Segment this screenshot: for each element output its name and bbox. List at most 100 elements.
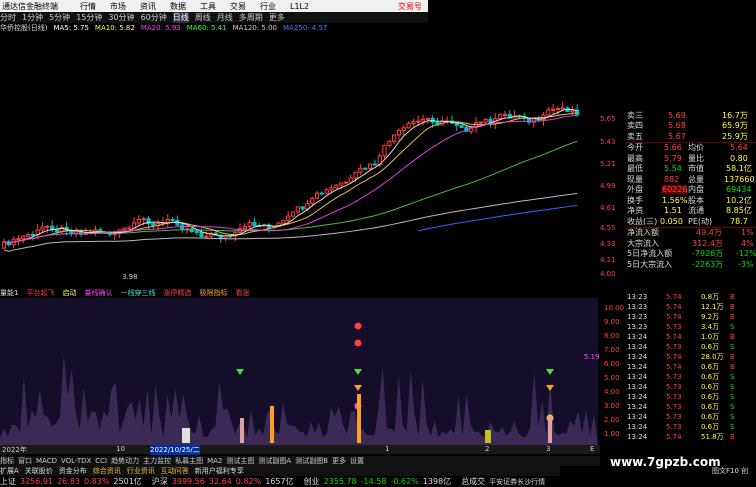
- tick-cell: 0.6万: [701, 423, 720, 431]
- indicator-chart[interactable]: [0, 298, 598, 445]
- tick-row: 13:23 5.73 3.4万 S: [626, 322, 756, 332]
- candle-body: [69, 230, 74, 234]
- tick-cell: 13:24: [627, 393, 648, 401]
- tab-test-main[interactable]: 测试主图: [226, 456, 254, 466]
- signal-bar: [357, 394, 361, 443]
- candle-body: [502, 113, 508, 116]
- candle-body: [281, 219, 286, 224]
- period-daily[interactable]: 日线: [172, 12, 189, 23]
- tick-cell: 13:23: [627, 313, 648, 321]
- tick-cell: 5.73: [666, 383, 682, 391]
- tick-cell: 5.74: [666, 303, 682, 311]
- tab-ma2[interactable]: MA2: [207, 457, 222, 465]
- trade-account-link[interactable]: 交易号: [398, 1, 422, 12]
- candle-body: [194, 230, 199, 233]
- indicator-item: 看涨: [235, 289, 250, 297]
- tab-test-a[interactable]: 测试副图A: [258, 456, 291, 466]
- tab-main-monitor[interactable]: 主力监控: [143, 456, 171, 466]
- tab-test-b[interactable]: 测试副图B: [295, 456, 328, 466]
- tick-cell: B: [730, 303, 735, 311]
- index-name[interactable]: 创业: [304, 476, 320, 487]
- menu-item-data[interactable]: 数据: [170, 1, 186, 12]
- tick-row: 13:24 5.73 0.6万 S: [626, 382, 756, 392]
- period-1min[interactable]: 1分钟: [22, 12, 43, 23]
- ask-row: 卖五 5.67 25.9万: [626, 131, 756, 143]
- tab-more[interactable]: 更多: [332, 456, 346, 466]
- stat-row: 收益(三) 0.050 PE(动) 78.7: [626, 216, 756, 228]
- candle-body: [319, 192, 324, 195]
- candle-body: [459, 124, 464, 128]
- tab-industry-news[interactable]: 行业资讯: [127, 466, 155, 476]
- period-intraday[interactable]: 分时: [0, 12, 16, 23]
- candle-body: [406, 122, 411, 129]
- index-change: -14.58: [360, 477, 387, 486]
- tick-cell: 5.73: [666, 423, 682, 431]
- tick-cell: 9.2万: [701, 313, 720, 321]
- flow-row: 5日净流入额 -7926万 -12%: [627, 249, 756, 259]
- period-30min[interactable]: 30分钟: [108, 12, 134, 23]
- tab-related[interactable]: 关联股价: [25, 466, 53, 476]
- price-tick: 5.65: [600, 115, 616, 123]
- tab-indicator[interactable]: 指标: [0, 456, 14, 466]
- indicator-legend: 量能1 平台起飞 启动 量线确认 一线穿三线 涨停精选 极限指标 看涨: [0, 288, 600, 298]
- tick-cell: 5.74: [666, 363, 682, 371]
- index-pct: 0.82%: [235, 477, 262, 486]
- candle-body: [339, 182, 344, 186]
- tick-cell: S: [730, 323, 735, 331]
- tick-cell: 13:24: [627, 353, 648, 361]
- candle-body: [290, 211, 296, 217]
- period-60min[interactable]: 60分钟: [141, 12, 167, 23]
- tab-private[interactable]: 私募主图: [175, 456, 203, 466]
- menu-item-market[interactable]: 市场: [110, 1, 126, 12]
- period-5min[interactable]: 5分钟: [49, 12, 70, 23]
- candle-body: [199, 231, 204, 238]
- tab-news[interactable]: 综合资讯: [93, 466, 121, 476]
- tick-cell: B: [730, 363, 735, 371]
- tab-trend[interactable]: 趋势动力: [111, 456, 139, 466]
- candle-body: [295, 206, 300, 213]
- date-axis: 2022年 10 2022/10/25/二 1 2 3 E: [0, 445, 600, 455]
- tab-vol[interactable]: VOL-TDX: [61, 457, 91, 465]
- tick-cell: 0.6万: [701, 393, 720, 401]
- price-tick: 4.55: [600, 224, 616, 232]
- candle-body: [30, 233, 35, 236]
- menu-item-news[interactable]: 资讯: [140, 1, 156, 12]
- tab-window[interactable]: 窗口: [18, 456, 32, 466]
- index-pct: 0.83%: [84, 477, 110, 486]
- tick-cell: 13:24: [627, 433, 648, 441]
- menu-item-quote[interactable]: 行情: [80, 1, 96, 12]
- flow-row: 5日大宗流入 -2263万 -3%: [627, 259, 754, 269]
- candle-body: [367, 163, 373, 169]
- tab-fund-dist[interactable]: 资金分布: [59, 466, 87, 476]
- index-pct: -0.62%: [390, 477, 419, 486]
- candlestick-chart[interactable]: 3.98: [0, 33, 598, 285]
- indicator-marker-value: 5.19: [584, 353, 600, 361]
- index-name[interactable]: 沪深: [152, 476, 168, 487]
- menu-item-tools[interactable]: 工具: [200, 1, 216, 12]
- tab-macd[interactable]: MACD: [36, 457, 57, 465]
- tab-settings[interactable]: 设置: [350, 456, 364, 466]
- period-more[interactable]: 更多: [269, 12, 285, 23]
- tab-promo[interactable]: 新用户福利专享: [195, 466, 244, 476]
- candle-body: [560, 107, 565, 110]
- signal-marker: [354, 322, 362, 330]
- tick-cell: 5.73: [666, 403, 682, 411]
- tick-list[interactable]: 13:23 5.74 0.8万 B 13:23 5.74 12.1万 B 13:23 5.74 9.…: [626, 292, 756, 441]
- menu-item-l1l2[interactable]: L1L2: [290, 2, 309, 11]
- quote-panel: 卖三 5.69 16.7万 卖四 5.68 65.9万 卖五 5.67 25.9万 今开 5.…: [626, 110, 756, 290]
- period-multi[interactable]: 多周期: [239, 12, 263, 23]
- tick-cell: 0.6万: [701, 403, 720, 411]
- period-15min[interactable]: 15分钟: [76, 12, 102, 23]
- index-name[interactable]: 上证: [0, 476, 16, 487]
- candle-body: [416, 120, 421, 123]
- period-weekly[interactable]: 周线: [195, 12, 211, 23]
- signal-bar: [240, 418, 244, 443]
- menu-item-trade[interactable]: 交易: [230, 1, 246, 12]
- tick-cell: B: [730, 333, 735, 341]
- tab-qa[interactable]: 互动问答: [161, 466, 189, 476]
- period-monthly[interactable]: 月线: [217, 12, 233, 23]
- menu-item-industry[interactable]: 行业: [260, 1, 276, 12]
- tab-cci[interactable]: CCI: [95, 457, 107, 465]
- tab-ext-a[interactable]: 扩展A: [0, 466, 19, 476]
- tick-cell: 5.74: [666, 433, 682, 441]
